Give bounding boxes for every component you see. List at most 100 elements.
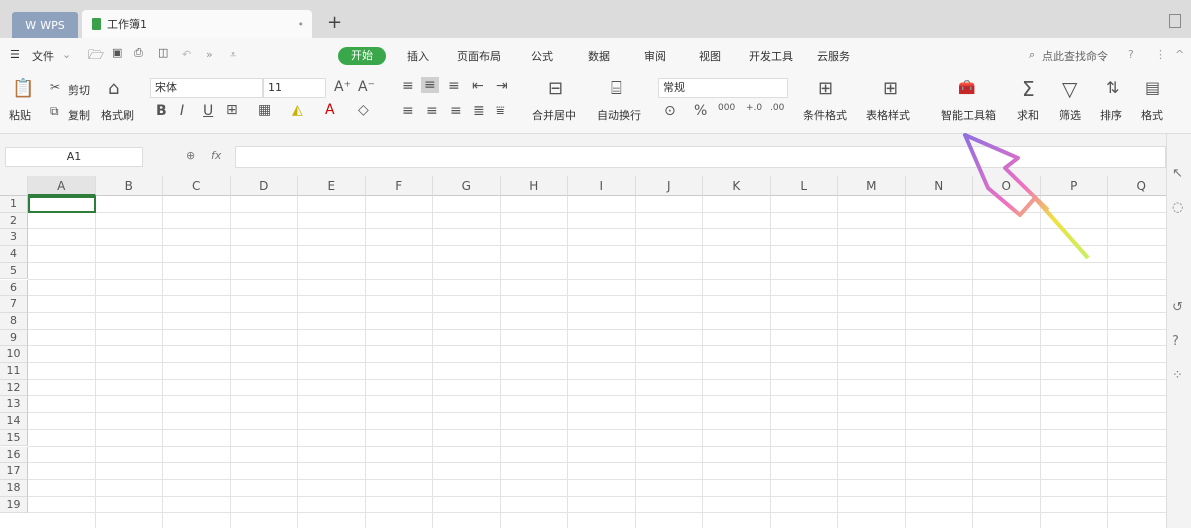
- filter-button[interactable]: 筛选: [1059, 107, 1081, 123]
- menu-tab-data[interactable]: 数据: [588, 48, 610, 64]
- align-right-icon[interactable]: ≡: [450, 103, 462, 119]
- column-header[interactable]: K: [703, 176, 771, 196]
- history-icon[interactable]: ↺: [1172, 300, 1183, 315]
- menu-tab-developer[interactable]: 开发工具: [749, 48, 793, 64]
- sort-button[interactable]: 排序: [1100, 107, 1122, 123]
- row-header[interactable]: 17: [0, 463, 28, 480]
- open-icon[interactable]: 🗁: [88, 46, 104, 68]
- row-header[interactable]: 3: [0, 229, 28, 247]
- row-header[interactable]: 11: [0, 363, 28, 380]
- help-button[interactable]: ?: [1128, 48, 1134, 61]
- column-header[interactable]: I: [568, 176, 636, 196]
- smart-toolbox-button[interactable]: 智能工具箱: [941, 107, 996, 123]
- row-header[interactable]: 13: [0, 396, 28, 414]
- row-header[interactable]: 4: [0, 246, 28, 263]
- fx-icon[interactable]: fx: [211, 149, 221, 162]
- merge-center-button[interactable]: 合并居中: [532, 107, 576, 123]
- row-header[interactable]: 14: [0, 413, 28, 430]
- print-preview-icon[interactable]: ◫: [158, 46, 168, 59]
- column-header[interactable]: O: [973, 176, 1041, 196]
- more-icon[interactable]: »: [206, 48, 213, 61]
- paste-icon[interactable]: 📋: [12, 78, 34, 99]
- decrease-decimal-icon[interactable]: .00: [770, 103, 784, 113]
- new-tab-button[interactable]: +: [327, 12, 342, 33]
- row-header[interactable]: 10: [0, 346, 28, 363]
- align-center-icon[interactable]: ≡: [426, 103, 438, 119]
- column-header[interactable]: Q: [1108, 176, 1166, 196]
- row-header[interactable]: 2: [0, 212, 28, 230]
- zoom-icon[interactable]: ⊕: [186, 149, 195, 162]
- menu-tab-start[interactable]: 开始: [338, 47, 386, 65]
- row-header[interactable]: 9: [0, 329, 28, 347]
- save-icon[interactable]: ▣: [112, 46, 122, 59]
- font-select[interactable]: 宋体: [150, 78, 263, 98]
- conditional-format-button[interactable]: 条件格式: [803, 107, 847, 123]
- clear-icon[interactable]: ◇: [358, 102, 369, 118]
- currency-icon[interactable]: ⊙: [664, 103, 676, 119]
- menu-tab-cloud[interactable]: 云服务: [817, 48, 850, 64]
- select-icon[interactable]: ↖: [1172, 166, 1183, 181]
- border-icon[interactable]: ⊞: [226, 102, 238, 118]
- sum-button[interactable]: 求和: [1017, 107, 1039, 123]
- row-header[interactable]: 8: [0, 312, 28, 330]
- collapse-ribbon-icon[interactable]: ^: [1175, 48, 1184, 61]
- menu-tab-review[interactable]: 审阅: [644, 48, 666, 64]
- print-icon[interactable]: ⎙: [134, 46, 143, 60]
- align-top-icon[interactable]: ≡: [402, 78, 414, 94]
- table-style-button[interactable]: 表格样式: [866, 107, 910, 123]
- indent-increase-icon[interactable]: ⇥: [496, 78, 508, 94]
- bold-icon[interactable]: B: [156, 103, 167, 119]
- spreadsheet-grid[interactable]: A B C D E F G H I J K L M N O P Q 1 2 3 4 5 6 7 8 9 10 11 12 13 14 15 16…: [0, 176, 1166, 528]
- format-painter-button[interactable]: 格式刷: [101, 107, 134, 123]
- menu-tab-insert[interactable]: 插入: [407, 48, 429, 64]
- more-options-icon[interactable]: ⋮: [1155, 48, 1166, 61]
- column-header[interactable]: P: [1040, 176, 1108, 196]
- name-box[interactable]: A1: [5, 147, 143, 167]
- justify-icon[interactable]: ≣: [473, 103, 485, 119]
- column-header[interactable]: A: [28, 176, 96, 196]
- command-search[interactable]: 点此查找命令: [1042, 48, 1108, 64]
- format-button[interactable]: 格式: [1141, 107, 1163, 123]
- align-middle-icon[interactable]: ≡: [421, 77, 439, 93]
- row-header[interactable]: 18: [0, 479, 28, 497]
- window-icon[interactable]: [1169, 14, 1181, 28]
- shapes-icon[interactable]: ◌: [1172, 200, 1183, 215]
- menu-tab-page-layout[interactable]: 页面布局: [457, 48, 501, 64]
- font-size-select[interactable]: 11: [263, 78, 326, 98]
- column-header[interactable]: G: [433, 176, 501, 196]
- menu-file[interactable]: 文件: [32, 48, 54, 64]
- row-header[interactable]: 15: [0, 429, 28, 447]
- increase-decimal-icon[interactable]: +.0: [746, 103, 762, 113]
- row-header[interactable]: 5: [0, 262, 28, 280]
- decrease-font-icon[interactable]: A⁻: [358, 79, 375, 95]
- column-header[interactable]: E: [298, 176, 366, 196]
- tab-wps[interactable]: W WPS: [12, 12, 78, 38]
- wrap-text-button[interactable]: 自动换行: [597, 107, 641, 123]
- menu-tab-formula[interactable]: 公式: [531, 48, 553, 64]
- column-header[interactable]: D: [230, 176, 298, 196]
- tab-workbook[interactable]: 工作簿1 •: [82, 10, 312, 38]
- row-header[interactable]: 6: [0, 279, 28, 297]
- customize-icon[interactable]: ⩡: [230, 48, 236, 62]
- undo-icon[interactable]: ↶: [182, 48, 191, 61]
- column-header[interactable]: L: [770, 176, 838, 196]
- align-bottom-icon[interactable]: ≡: [448, 78, 460, 94]
- apps-icon[interactable]: ⁘: [1172, 368, 1183, 383]
- underline-icon[interactable]: U: [203, 103, 213, 119]
- distributed-icon[interactable]: ⩸: [496, 103, 505, 119]
- copy-button[interactable]: 复制: [68, 107, 90, 123]
- column-header[interactable]: B: [95, 176, 163, 196]
- search-icon[interactable]: ⌕: [1029, 48, 1035, 62]
- select-all-corner[interactable]: [0, 176, 28, 196]
- italic-icon[interactable]: I: [180, 103, 184, 119]
- percent-icon[interactable]: %: [694, 103, 707, 119]
- active-cell-a1[interactable]: [28, 196, 96, 213]
- row-header[interactable]: 1: [0, 196, 28, 213]
- column-header[interactable]: C: [163, 176, 231, 196]
- help-icon[interactable]: ?: [1172, 334, 1179, 349]
- number-format-select[interactable]: 常规: [658, 78, 788, 98]
- chevron-down-icon[interactable]: ⌄: [62, 48, 71, 61]
- paste-button[interactable]: 粘贴: [9, 107, 31, 123]
- cut-button[interactable]: 剪切: [68, 82, 90, 98]
- increase-font-icon[interactable]: A⁺: [334, 79, 351, 95]
